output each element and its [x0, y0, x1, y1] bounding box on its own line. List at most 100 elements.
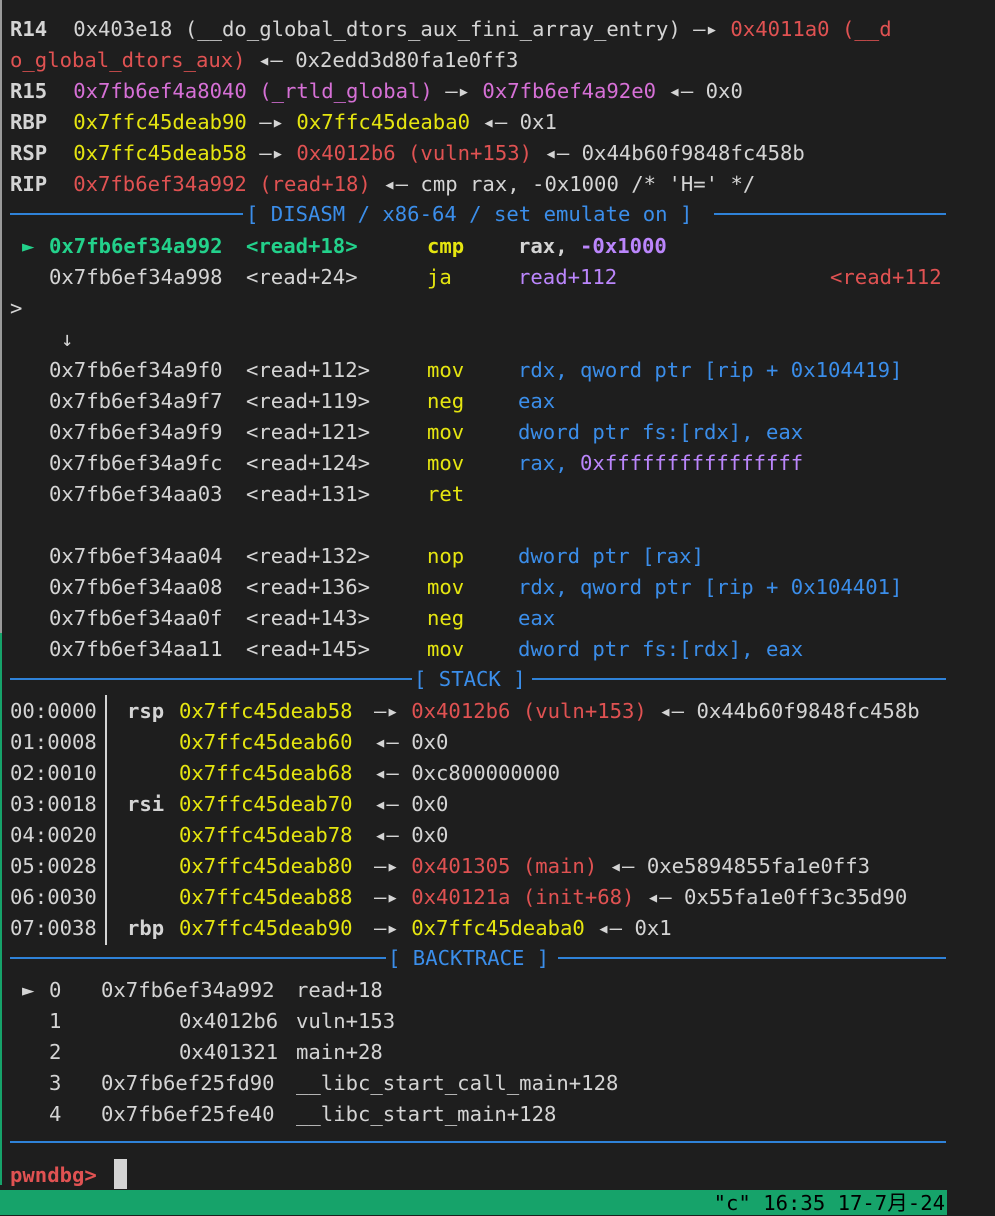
deref-value: 0xe5894855fa1e0ff3 [646, 854, 871, 878]
disasm-header: [ DISASM / x86-64 / set emulate on ] [246, 202, 693, 226]
deref-value: 0x2edd3d80fa1e0ff3 [295, 48, 519, 72]
register-symbol: (read+18) [259, 172, 371, 196]
disasm-mnemonic: ret [427, 482, 465, 506]
pointer-arrow: —▸ [259, 110, 285, 134]
stack-register: rbp [127, 916, 165, 940]
disasm-mnemonic: cmp [427, 234, 465, 258]
stack-offset: 07:0038 [10, 916, 97, 940]
stack-offset: 00:0000 [10, 699, 97, 723]
instruction-operand: -0x1000 [532, 172, 619, 196]
disasm-symbol: <read+121> [246, 420, 370, 444]
register-rip: RIP 0x7fb6ef34a992 (read+18) ◂— cmp rax, … [10, 169, 755, 200]
disasm-symbol: <read+119> [246, 389, 370, 413]
disasm-operands: rdx, qword ptr [rip + 0x104401] [518, 572, 902, 603]
command-prompt[interactable]: pwndbg> [10, 1160, 97, 1191]
register-name: RSP [10, 141, 48, 165]
frame-index: 2 [49, 1040, 62, 1064]
register-rbp: RBP 0x7ffc45deab90 —▸ 0x7ffc45deaba0 ◂— 0… [10, 107, 557, 138]
disasm-address: 0x7fb6ef34aa04 [49, 544, 223, 568]
deref-value: 0x0 [705, 79, 743, 103]
deref-arrow: ◂— [374, 792, 399, 816]
deref-value: 0x55fa1e0ff3c35d90 [684, 885, 908, 909]
disasm-operand: [rip + 0x104419] [704, 358, 903, 382]
current-frame-marker: ► [22, 978, 35, 1002]
register-r14: R14 0x403e18 (__do_global_dtors_aux_fini_… [10, 14, 892, 45]
disasm-operand: -0x1000 [580, 234, 667, 258]
frame-address: 0x7fb6ef34a992 [101, 978, 275, 1002]
frame-address: 0x4012b6 [179, 1009, 279, 1033]
stack-address: 0x7ffc45deab90 [179, 916, 353, 940]
pointer-arrow: —▸ [374, 854, 399, 878]
pointer-target: 0x4012b6 [296, 141, 396, 165]
pointer-arrow: —▸ [445, 79, 471, 103]
disasm-mnemonic: ja [427, 265, 452, 289]
pointer-arrow: —▸ [374, 699, 399, 723]
disasm-mnemonic: neg [427, 389, 465, 413]
frame-index: 4 [49, 1102, 62, 1126]
frame-index: 0 [49, 978, 62, 1002]
stack-offset: 03:0018 [10, 792, 97, 816]
frame-function: __libc_start_call_main+128 [296, 1071, 619, 1095]
disasm-operand: rax, [518, 234, 568, 258]
pointer-target-symbol: (vuln+153) [522, 699, 647, 723]
pointer-target-symbol: (__d [842, 17, 892, 41]
instruction-mnemonic: cmp [420, 172, 458, 196]
register-value: 0x7ffc45deab90 [73, 110, 247, 134]
deref-value: 0x1 [519, 110, 557, 134]
deref-arrow: ◂— [544, 141, 570, 165]
register-value: 0x7ffc45deab58 [73, 141, 247, 165]
disasm-mnemonic: mov [427, 358, 465, 382]
stack-entry-rest: ◂— 0xc800000000 [374, 758, 560, 789]
disasm-symbol: <read+131> [246, 482, 370, 506]
disasm-address: 0x7fb6ef34a992 [49, 234, 223, 258]
instruction-operand: rax, [470, 172, 520, 196]
register-r15: R15 0x7fb6ef4a8040 (_rtld_global) —▸ 0x7f… [10, 76, 743, 107]
frame-index: 3 [49, 1071, 62, 1095]
disasm-operand: [rip + 0x104401] [704, 575, 903, 599]
deref-value: 0x0 [411, 823, 449, 847]
pointer-target-symbol-cont: o_global_dtors_aux) [10, 48, 246, 72]
branch-arrow-icon: ↓ [61, 327, 74, 351]
jump-target: <read+112 [830, 265, 942, 289]
frame-function: __libc_start_main+128 [296, 1102, 557, 1126]
stack-entry-rest: —▸ 0x7ffc45deaba0 ◂— 0x1 [374, 913, 672, 944]
stack-entry-rest: —▸ 0x401305 (main) ◂— 0xe5894855fa1e0ff3 [374, 851, 870, 882]
stack-register: rsi [127, 792, 165, 816]
pointer-target-symbol: (init+68) [522, 885, 635, 909]
register-name: R14 [10, 17, 48, 41]
backtrace-rule-left [10, 957, 386, 959]
deref-arrow: ◂— [383, 172, 409, 196]
register-value: 0x7fb6ef4a8040 [73, 79, 247, 103]
deref-arrow: ◂— [659, 699, 685, 723]
register-symbol: (__do_global_dtors_aux_fini_array_entry) [184, 17, 681, 41]
disasm-address: 0x7fb6ef34a9fc [49, 451, 223, 475]
disasm-symbol: <read+145> [246, 637, 370, 661]
stack-address: 0x7ffc45deab68 [179, 761, 353, 785]
disasm-address: 0x7fb6ef34a9f9 [49, 420, 223, 444]
disasm-operand: eax [518, 389, 556, 413]
stack-address: 0x7ffc45deab70 [179, 792, 353, 816]
backtrace-header: [ BACKTRACE ] [388, 946, 550, 970]
frame-function: vuln+153 [296, 1009, 396, 1033]
pointer-arrow: —▸ [259, 141, 285, 165]
disasm-operand: read+112 [518, 265, 618, 289]
disasm-operand: dword ptr fs:[rdx], [518, 420, 754, 444]
frame-address: 0x7fb6ef25fe40 [101, 1102, 275, 1126]
disasm-operand: rax, [518, 451, 568, 475]
terminal-cursor[interactable] [114, 1159, 127, 1189]
frame-index: 1 [49, 1009, 62, 1033]
deref-value: 0x1 [634, 916, 672, 940]
disasm-symbol: <read+112> [246, 358, 370, 382]
stack-entry-rest: —▸ 0x4012b6 (vuln+153) ◂— 0x44b60f9848fc… [374, 696, 920, 727]
pointer-target: 0x7ffc45deaba0 [411, 916, 585, 940]
pointer-target: 0x40121a [411, 885, 511, 909]
stack-rule-right [532, 678, 946, 680]
frame-function: read+18 [296, 978, 383, 1002]
disasm-mnemonic: mov [427, 420, 465, 444]
frame-function: main+28 [296, 1040, 383, 1064]
disasm-address: 0x7fb6ef34aa0f [49, 606, 223, 630]
disasm-symbol: <read+143> [246, 606, 370, 630]
register-rsp: RSP 0x7ffc45deab58 —▸ 0x4012b6 (vuln+153)… [10, 138, 805, 169]
pointer-target-symbol: (vuln+153) [408, 141, 533, 165]
disasm-address: 0x7fb6ef34aa03 [49, 482, 223, 506]
